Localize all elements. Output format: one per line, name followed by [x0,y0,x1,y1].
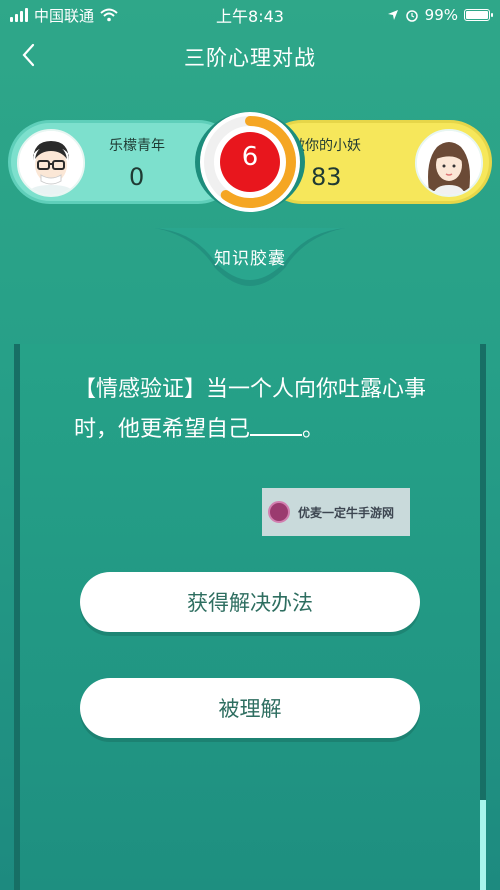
watermark-text: 优麦一定牛手游网 [298,505,395,520]
left-player-name: 乐檬青年 [109,138,165,154]
question-suffix: 。 [302,417,325,442]
battle-bar: 乐檬青年 0 做你的小妖 83 6 [8,112,492,212]
battery-icon [464,9,493,21]
scrollbar-thumb[interactable] [480,800,486,890]
watermark-logo-icon [268,501,290,523]
answer-option-label: 获得解决办法 [187,591,313,615]
left-player-score: 0 [129,163,145,191]
status-bar: 中国联通 上午8:43 99% [0,0,500,30]
watermark: 优麦一定牛手游网 [262,488,410,536]
status-right: 99% [387,6,493,24]
category-badge: 知识胶囊 [155,228,345,288]
alarm-icon [405,10,418,22]
question-blank [250,412,303,436]
category-label: 知识胶囊 [214,249,286,269]
countdown-timer: 6 [195,112,305,212]
question-text: 【情感验证】当一个人向你吐露心事时，他更希望自己。 [74,370,454,450]
nav-bar: 三阶心理对战 [0,30,500,80]
battery-label: 99% [424,6,458,24]
page-title: 三阶心理对战 [184,46,316,70]
left-player-avatar [17,129,85,197]
right-player-avatar [415,129,483,197]
right-player-score: 83 [311,163,342,191]
timer-value: 6 [241,142,259,172]
answer-option-1[interactable]: 获得解决办法 [80,572,420,632]
answer-option-2[interactable]: 被理解 [80,678,420,738]
location-icon [387,10,398,20]
answer-option-label: 被理解 [218,697,282,721]
card-left-edge [14,344,20,890]
